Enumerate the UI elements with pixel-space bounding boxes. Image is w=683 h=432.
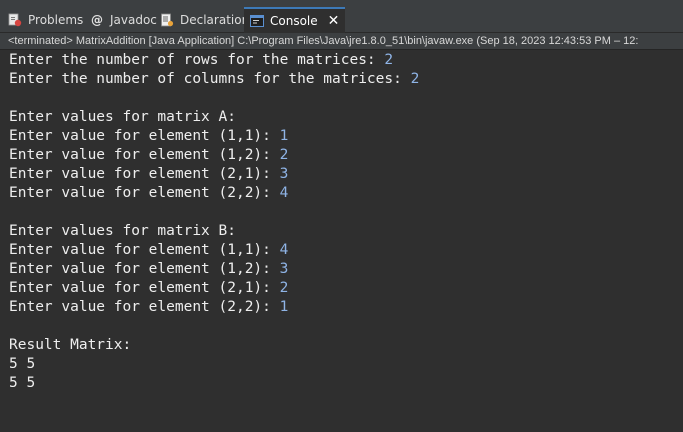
console-line: Enter value for element (2,2): 4 [9, 184, 288, 203]
prompt-text: 5 5 [9, 356, 36, 372]
console-output[interactable]: Enter the number of rows for the matrice… [0, 51, 683, 432]
user-input: 2 [279, 147, 289, 163]
console-line: Enter value for element (1,1): 4 [9, 241, 288, 260]
prompt-text: Enter value for element (1,1): [9, 128, 280, 144]
tab-declaration[interactable]: Declaration [160, 7, 249, 33]
console-line: Enter value for element (1,2): 2 [9, 146, 288, 165]
prompt-text: Enter value for element (2,2): [9, 185, 280, 201]
prompt-text: Enter value for element (2,2): [9, 299, 280, 315]
console-line: Enter value for element (1,2): 3 [9, 260, 288, 279]
tab-label: Console [270, 14, 318, 28]
user-input: 1 [279, 299, 289, 315]
tab-problems[interactable]: Problems [8, 7, 83, 33]
user-input: 4 [279, 185, 289, 201]
user-input: 3 [279, 166, 289, 182]
user-input: 3 [279, 261, 289, 277]
prompt-text: Enter value for element (1,2): [9, 147, 280, 163]
tab-console[interactable]: Console ✕ [244, 7, 346, 33]
tab-label: Javadoc [110, 13, 157, 27]
tab-javadoc[interactable]: @ Javadoc [90, 7, 157, 33]
user-input: 2 [410, 71, 420, 87]
console-icon [250, 14, 264, 28]
user-input: 4 [279, 242, 289, 258]
prompt-text: Enter values for matrix A: [9, 109, 236, 125]
user-input: 1 [279, 128, 289, 144]
console-status-line: <terminated> MatrixAddition [Java Applic… [0, 33, 683, 50]
console-line: Result Matrix: [9, 336, 131, 355]
tab-label: Declaration [180, 13, 250, 27]
user-input: 2 [279, 280, 289, 296]
prompt-text: Result Matrix: [9, 337, 132, 353]
prompt-text: Enter value for element (1,2): [9, 261, 280, 277]
console-line: 5 5 [9, 355, 35, 374]
prompt-text: Enter the number of columns for the matr… [9, 71, 411, 87]
console-line: Enter value for element (1,1): 1 [9, 127, 288, 146]
prompt-text: Enter values for matrix B: [9, 223, 236, 239]
tab-label: Problems [28, 13, 84, 27]
svg-text:@: @ [91, 13, 103, 27]
declaration-icon [160, 13, 174, 27]
console-line: Enter the number of columns for the matr… [9, 70, 419, 89]
console-line: 5 5 [9, 374, 35, 393]
problems-icon [8, 13, 22, 27]
prompt-text: Enter value for element (1,1): [9, 242, 280, 258]
prompt-text: 5 5 [9, 375, 36, 391]
javadoc-icon: @ [90, 13, 104, 27]
prompt-text: Enter value for element (2,1): [9, 280, 280, 296]
console-line: Enter value for element (2,1): 3 [9, 165, 288, 184]
console-line: Enter values for matrix B: [9, 222, 236, 241]
prompt-text: Enter the number of rows for the matrice… [9, 52, 385, 68]
console-line: Enter the number of rows for the matrice… [9, 51, 393, 70]
user-input: 2 [384, 52, 394, 68]
view-tab-bar: Problems @ Javadoc Declaration Console ✕ [0, 0, 683, 33]
console-line: Enter value for element (2,1): 2 [9, 279, 288, 298]
prompt-text: Enter value for element (2,1): [9, 166, 280, 182]
console-line: Enter value for element (2,2): 1 [9, 298, 288, 317]
console-line: Enter values for matrix A: [9, 108, 236, 127]
close-icon[interactable]: ✕ [328, 13, 340, 29]
